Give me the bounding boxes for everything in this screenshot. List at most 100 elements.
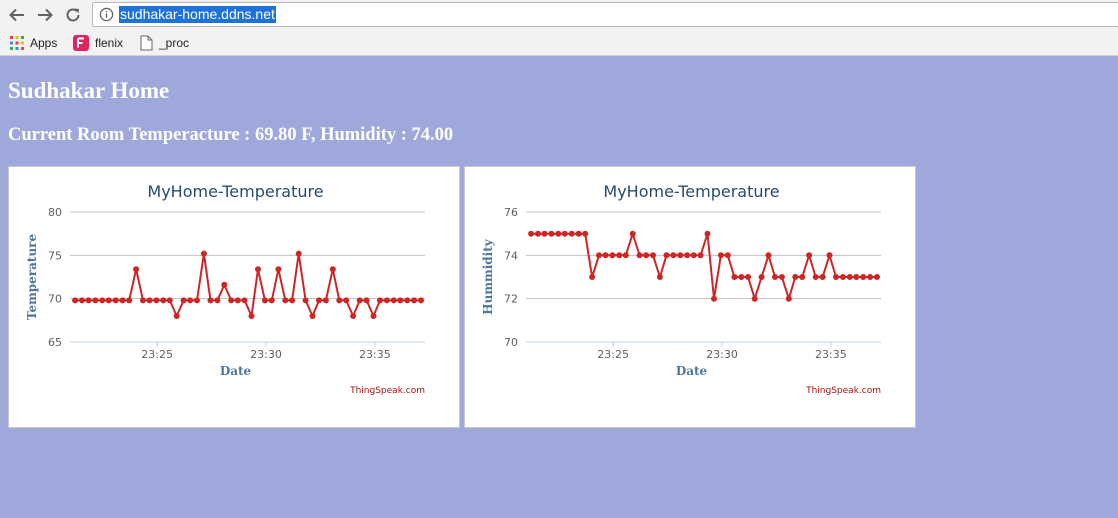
data-point[interactable] [105,297,112,304]
data-point[interactable] [214,297,221,304]
bookmark-proc[interactable]: _proc [140,34,189,52]
reload-button[interactable] [62,4,84,26]
data-point[interactable] [738,274,745,280]
data-point[interactable] [268,297,275,304]
data-point[interactable] [370,313,377,319]
data-point[interactable] [153,297,160,304]
data-point[interactable] [799,274,806,280]
data-point[interactable] [126,297,133,304]
data-point[interactable] [228,297,235,304]
thingspeak-credit-link[interactable]: ThingSpeak.com [805,386,881,396]
data-point[interactable] [180,297,187,304]
forward-button[interactable] [34,4,56,26]
data-point[interactable] [377,297,383,304]
data-point[interactable] [711,295,717,302]
data-point[interactable] [302,297,309,304]
data-point[interactable] [596,252,602,259]
data-point[interactable] [792,274,799,280]
data-point[interactable] [275,266,282,273]
data-point[interactable] [541,230,548,237]
data-point[interactable] [650,252,656,259]
data-point[interactable] [622,252,629,259]
data-point[interactable] [745,274,752,280]
data-point[interactable] [528,230,535,237]
data-point[interactable] [329,266,336,273]
data-point[interactable] [636,252,643,259]
data-point[interactable] [751,295,758,302]
data-point[interactable] [833,274,839,280]
data-point[interactable] [282,297,289,304]
data-point[interactable] [704,230,711,237]
data-point[interactable] [772,274,778,280]
data-point[interactable] [677,252,684,259]
data-point[interactable] [173,313,180,319]
data-point[interactable] [133,266,140,273]
data-point[interactable] [85,297,92,304]
data-point[interactable] [404,297,411,304]
data-point[interactable] [616,252,623,259]
data-point[interactable] [846,274,853,280]
data-point[interactable] [383,297,390,304]
data-point[interactable] [160,297,167,304]
data-point[interactable] [819,274,826,280]
data-point[interactable] [812,274,819,280]
data-point[interactable] [295,250,302,257]
back-button[interactable] [6,4,28,26]
data-point[interactable] [731,274,738,280]
data-point[interactable] [684,252,691,259]
data-point[interactable] [806,252,813,259]
data-point[interactable] [568,230,575,237]
data-point[interactable] [867,274,874,280]
data-point[interactable] [717,252,724,259]
data-point[interactable] [839,274,846,280]
data-point[interactable] [758,274,765,280]
data-point[interactable] [853,274,860,280]
data-point[interactable] [663,252,670,259]
data-point[interactable] [643,252,650,259]
data-point[interactable] [112,297,119,304]
data-point[interactable] [261,297,268,304]
data-point[interactable] [119,297,126,304]
data-point[interactable] [561,230,568,237]
data-point[interactable] [609,252,616,259]
data-point[interactable] [363,297,370,304]
data-point[interactable] [397,297,404,304]
data-point[interactable] [656,274,663,280]
data-point[interactable] [589,274,596,280]
data-point[interactable] [411,297,418,304]
data-point[interactable] [140,297,146,304]
data-point[interactable] [860,274,867,280]
data-point[interactable] [255,266,261,273]
data-point[interactable] [602,252,609,259]
data-point[interactable] [309,313,316,319]
data-point[interactable] [826,252,833,259]
data-point[interactable] [765,252,772,259]
data-point[interactable] [248,313,255,319]
data-point[interactable] [316,297,322,304]
data-point[interactable] [697,252,704,259]
data-point[interactable] [555,230,562,237]
data-point[interactable] [72,297,79,304]
data-point[interactable] [724,252,731,259]
data-point[interactable] [535,230,541,237]
data-point[interactable] [322,297,329,304]
data-point[interactable] [79,297,85,304]
bookmark-flenix[interactable]: flenix [73,34,123,52]
data-point[interactable] [629,230,636,237]
data-point[interactable] [690,252,697,259]
data-point[interactable] [187,297,194,304]
data-point[interactable] [350,313,357,319]
data-point[interactable] [336,297,343,304]
data-point[interactable] [146,297,153,304]
data-point[interactable] [194,297,200,304]
data-point[interactable] [575,230,582,237]
thingspeak-credit-link[interactable]: ThingSpeak.com [349,386,425,396]
data-point[interactable] [221,281,228,288]
info-icon[interactable] [99,7,114,22]
data-point[interactable] [92,297,99,304]
data-point[interactable] [356,297,363,304]
data-point[interactable] [200,250,207,257]
data-point[interactable] [785,295,792,302]
data-point[interactable] [166,297,173,304]
data-point[interactable] [390,297,397,304]
